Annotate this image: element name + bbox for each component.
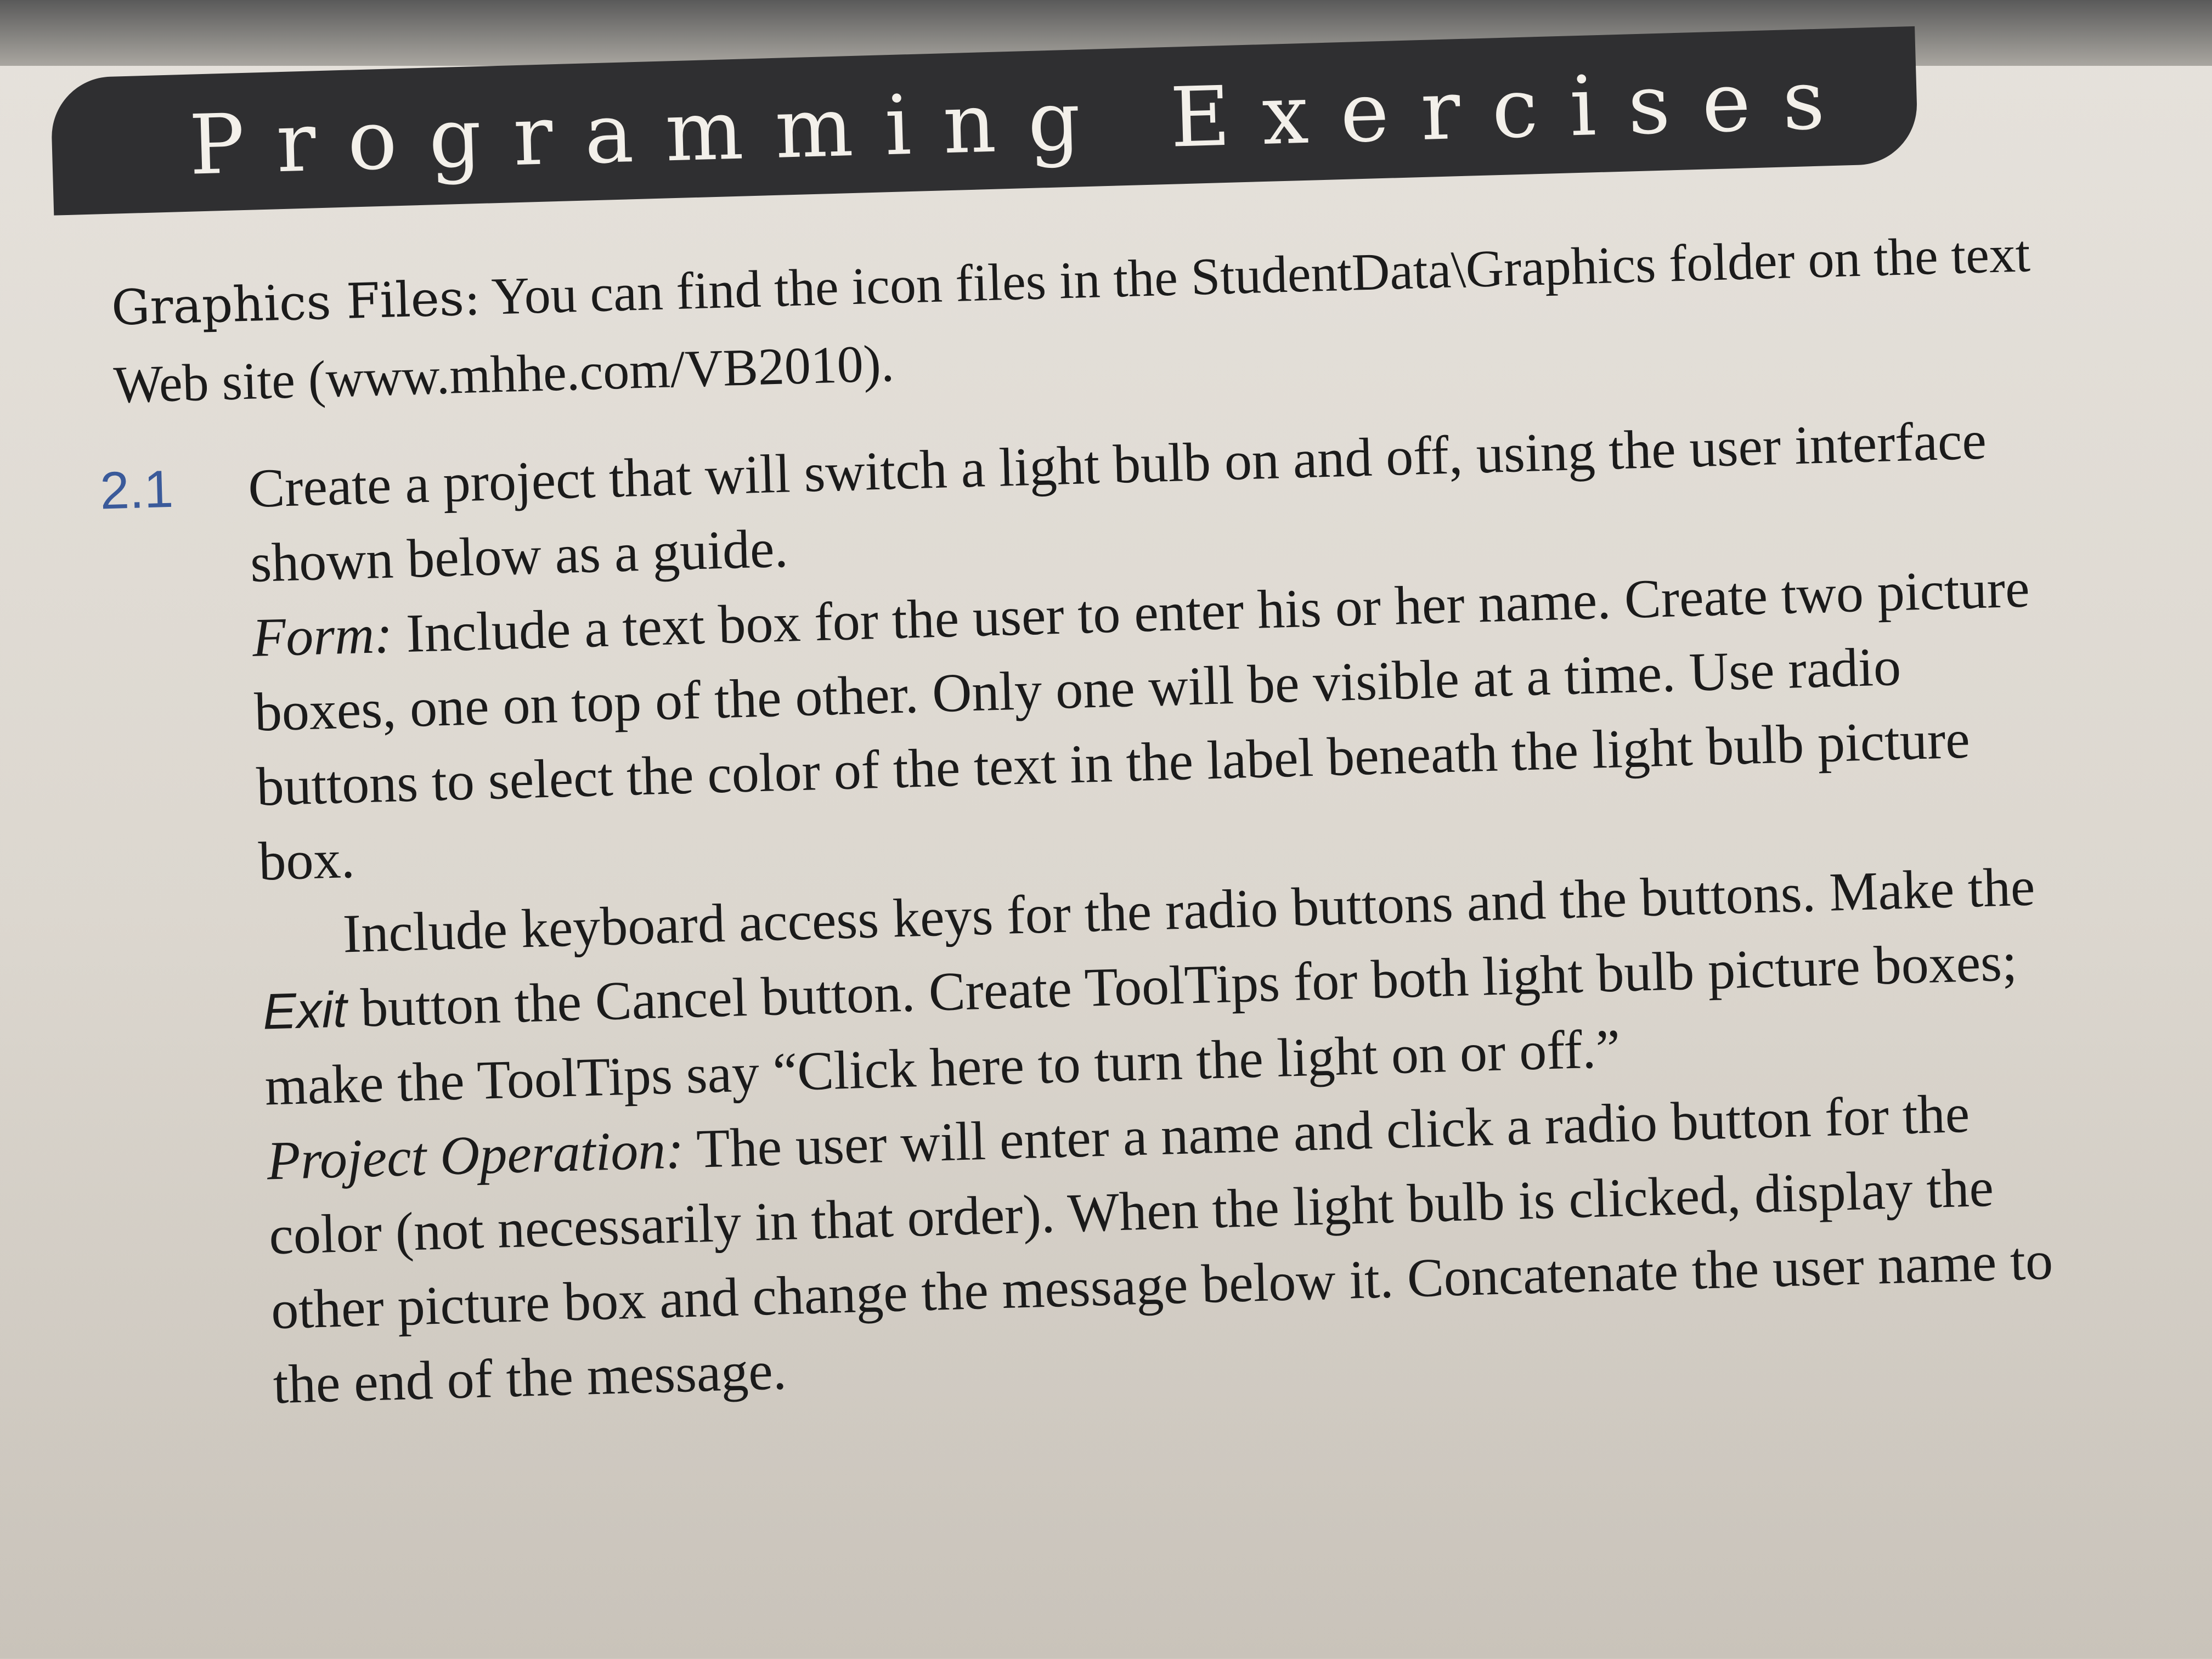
operation-label: Project Operation: bbox=[266, 1119, 685, 1192]
graphics-files-note: Graphics Files: You can find the icon fi… bbox=[110, 215, 2034, 424]
book-page: Programming Exercises Graphics Files: Yo… bbox=[0, 0, 2212, 1659]
operation-paragraph: Project Operation: The user will enter a… bbox=[266, 1073, 2084, 1422]
section-title: Programming Exercises bbox=[188, 51, 1858, 194]
exercise-body: Create a project that will switch a ligh… bbox=[247, 401, 2084, 1422]
graphics-files-label: Graphics Files: bbox=[110, 269, 481, 336]
section-banner: Programming Exercises bbox=[50, 26, 1919, 216]
form-text: Include a text box for the user to enter… bbox=[253, 557, 2030, 892]
form-label: Form: bbox=[251, 603, 393, 668]
exercise-number: 2.1 bbox=[99, 459, 174, 521]
form-paragraph: Form: Include a text box for the user to… bbox=[251, 550, 2069, 899]
exit-word: Exit bbox=[262, 981, 348, 1040]
